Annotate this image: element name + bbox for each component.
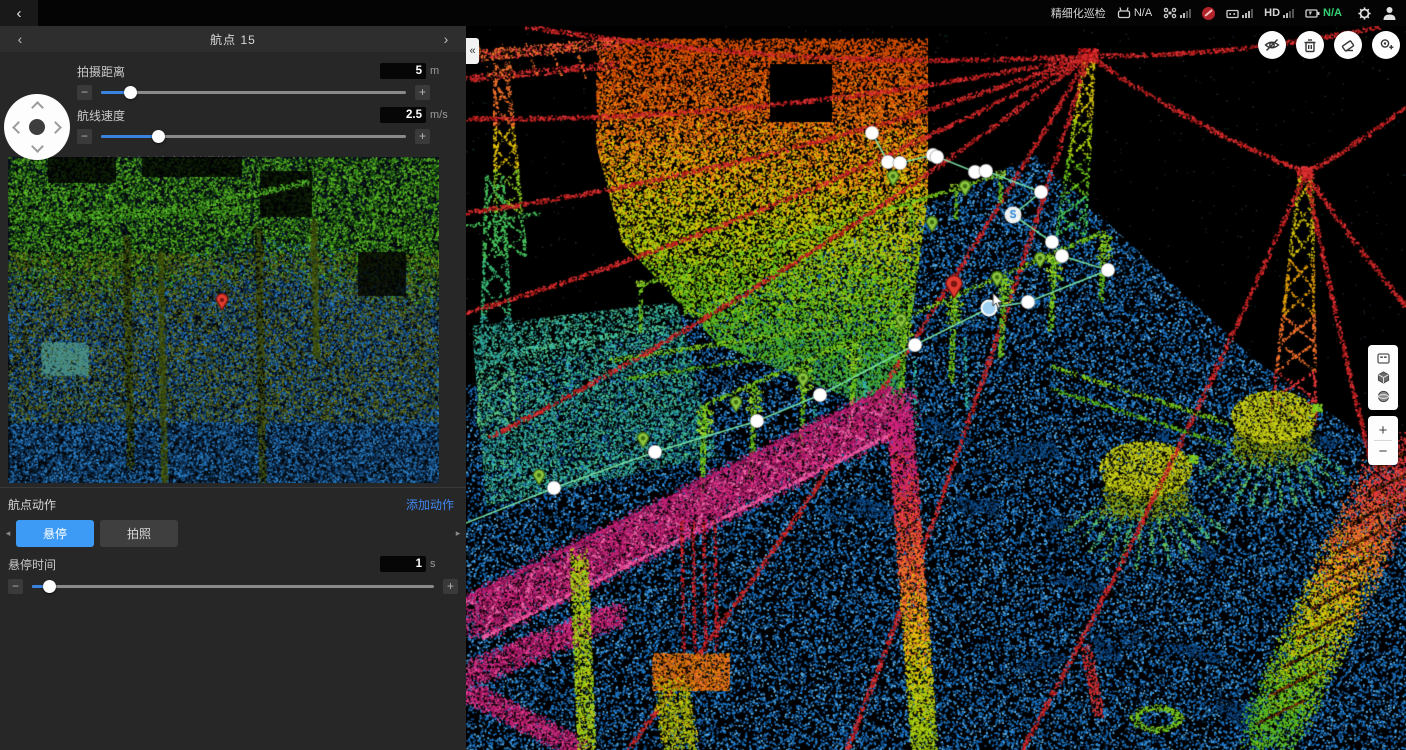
route-speed-unit: m/s xyxy=(430,109,454,121)
dpad-right-icon[interactable] xyxy=(49,121,62,134)
add-marker-icon xyxy=(1378,37,1394,53)
screen-view-button[interactable] xyxy=(1372,349,1394,368)
waypoint-title: 航点 15 xyxy=(40,31,426,48)
shoot-distance-plus-button[interactable]: + xyxy=(415,85,430,100)
waypoint-panel: ‹ 航点 15 › 拍摄距离 5 m − + 航线速度 2.5 m/s xyxy=(0,26,466,750)
waypoint-nav: ‹ 航点 15 › xyxy=(0,26,466,52)
shoot-distance-thumb[interactable] xyxy=(124,86,137,99)
battery-value: N/A xyxy=(1323,7,1342,19)
point-cloud-viewport[interactable]: « xyxy=(466,26,1406,750)
user-account[interactable] xyxy=(1383,6,1396,20)
back-button[interactable]: ‹ xyxy=(0,0,38,26)
remote-controller-icon xyxy=(1117,7,1131,19)
route-speed-value[interactable]: 2.5 xyxy=(380,107,426,123)
add-marker-button[interactable] xyxy=(1372,31,1400,59)
shoot-distance-label: 拍摄距离 xyxy=(77,63,380,80)
dpad-up-icon[interactable] xyxy=(31,101,44,114)
cube-view-button[interactable] xyxy=(1372,368,1394,387)
waypoint-preview-image xyxy=(8,157,439,483)
dpad-down-icon[interactable] xyxy=(31,140,44,153)
rtk-module-icon xyxy=(1226,8,1239,19)
rtk-signal-bars xyxy=(1242,9,1253,18)
add-action-link[interactable]: 添加动作 xyxy=(406,496,454,513)
actions-label: 航点动作 xyxy=(8,496,406,513)
scene-toolbar xyxy=(1258,31,1400,59)
shoot-distance-value[interactable]: 5 xyxy=(380,63,426,79)
zoom-out-button[interactable]: − xyxy=(1372,441,1394,461)
panel-collapse-button[interactable]: « xyxy=(466,38,479,64)
sphere-view-icon xyxy=(1377,390,1390,403)
route-speed-slider: − + xyxy=(77,126,454,146)
dpad-left-icon[interactable] xyxy=(12,121,25,134)
zoom-group: + − xyxy=(1368,416,1398,465)
sphere-view-button[interactable] xyxy=(1372,387,1394,406)
view-controls: + − xyxy=(1368,345,1398,465)
hd-status: HD xyxy=(1264,7,1294,19)
next-waypoint-button[interactable]: › xyxy=(426,31,466,47)
drone-signal xyxy=(1163,7,1191,19)
hover-time-plus-button[interactable]: + xyxy=(443,579,458,594)
eraser-icon xyxy=(1340,37,1356,53)
zoom-in-button[interactable]: + xyxy=(1372,420,1394,440)
record-status-icon xyxy=(1202,7,1215,20)
eraser-button[interactable] xyxy=(1334,31,1362,59)
hover-time-minus-button[interactable]: − xyxy=(8,579,23,594)
rtk-signal xyxy=(1226,8,1253,19)
hide-annotations-button[interactable] xyxy=(1258,31,1286,59)
waypoint-actions-section: 航点动作 添加动作 ◂ 悬停 拍照 ▸ 悬停时间 1 s − + xyxy=(0,487,466,596)
route-speed-thumb[interactable] xyxy=(152,130,165,143)
rc-value: N/A xyxy=(1134,7,1152,19)
shoot-distance-minus-button[interactable]: − xyxy=(77,85,92,100)
route-speed-label: 航线速度 xyxy=(77,107,380,124)
battery-icon xyxy=(1305,8,1320,19)
hover-time-thumb[interactable] xyxy=(43,580,56,593)
app-root: ‹ 精细化巡检 N/A HD N/A xyxy=(0,0,1406,750)
mode-label: 精细化巡检 xyxy=(1051,5,1106,21)
user-icon xyxy=(1383,6,1396,20)
shoot-distance-track[interactable] xyxy=(101,91,406,94)
dpad-center[interactable] xyxy=(29,119,45,135)
prev-waypoint-button[interactable]: ‹ xyxy=(0,31,40,47)
route-speed-plus-button[interactable]: + xyxy=(415,129,430,144)
status-cluster: 精细化巡检 N/A HD N/A xyxy=(1051,5,1406,21)
trash-icon xyxy=(1303,38,1317,53)
hover-time-track[interactable] xyxy=(32,585,434,588)
hover-time-unit: s xyxy=(430,558,454,570)
cube-3d-icon xyxy=(1377,371,1390,384)
delete-button[interactable] xyxy=(1296,31,1324,59)
action-scroll-left[interactable]: ◂ xyxy=(0,528,16,539)
point-cloud-scene[interactable] xyxy=(466,26,1406,750)
action-hover-button[interactable]: 悬停 xyxy=(16,520,94,547)
hover-time-value[interactable]: 1 xyxy=(380,556,426,572)
rc-status: N/A xyxy=(1117,7,1152,19)
route-speed-minus-button[interactable]: − xyxy=(77,129,92,144)
hd-signal-bars xyxy=(1283,9,1294,18)
hover-time-slider: − + xyxy=(0,576,466,596)
eye-off-icon xyxy=(1264,37,1280,53)
drone-signal-bars xyxy=(1180,9,1191,18)
drone-icon xyxy=(1163,7,1177,19)
battery-status: N/A xyxy=(1305,7,1342,19)
screen-view-icon xyxy=(1377,353,1390,364)
action-scroll-right[interactable]: ▸ xyxy=(450,528,466,539)
settings[interactable] xyxy=(1357,6,1372,21)
action-photo-button[interactable]: 拍照 xyxy=(100,520,178,547)
shoot-distance-unit: m xyxy=(430,65,454,77)
shoot-distance-slider: − + xyxy=(77,82,454,102)
top-bar: ‹ 精细化巡检 N/A HD N/A xyxy=(0,0,1406,26)
hd-label: HD xyxy=(1264,7,1280,19)
waypoint-params: 拍摄距离 5 m − + 航线速度 2.5 m/s − xyxy=(0,52,466,170)
direction-pad[interactable] xyxy=(4,94,70,160)
hover-time-label: 悬停时间 xyxy=(8,556,380,573)
route-speed-track[interactable] xyxy=(101,135,406,138)
view-mode-group xyxy=(1368,345,1398,410)
gear-icon xyxy=(1357,6,1372,21)
action-carousel: ◂ 悬停 拍照 ▸ xyxy=(0,516,466,550)
